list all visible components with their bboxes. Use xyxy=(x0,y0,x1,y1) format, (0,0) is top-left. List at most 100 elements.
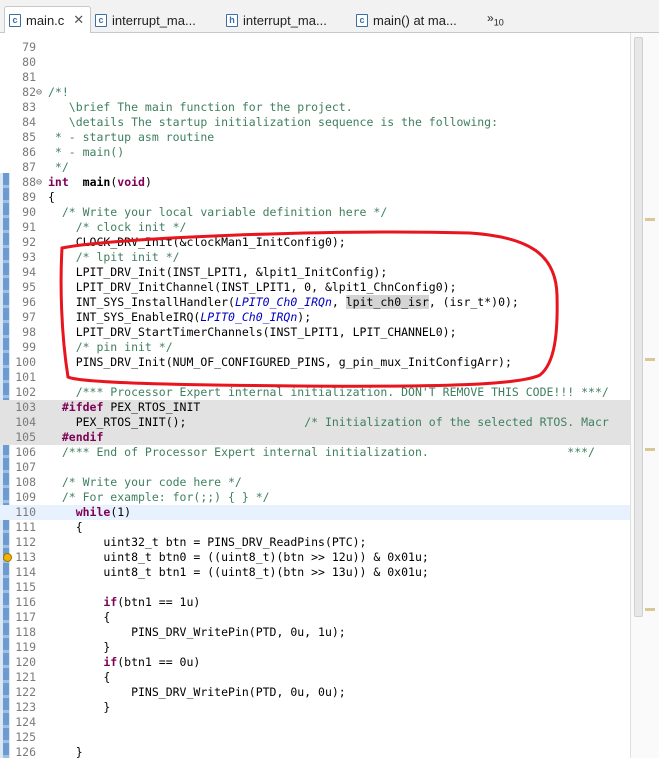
code-line[interactable]: 103 #ifdef PEX_RTOS_INIT xyxy=(0,400,630,415)
code-text: INT_SYS_InstallHandler(LPIT0_Ch0_IRQn, l… xyxy=(48,295,519,310)
code-line[interactable]: 114 uint8_t btn1 = ((uint8_t)(btn >> 13u… xyxy=(0,565,630,580)
code-line[interactable]: 85 * - startup asm routine xyxy=(0,130,630,145)
code-line[interactable]: 100 PINS_DRV_Init(NUM_OF_CONFIGURED_PINS… xyxy=(0,355,630,370)
code-line[interactable]: 124 xyxy=(0,715,630,730)
code-line[interactable]: 119 } xyxy=(0,640,630,655)
tab-overflow-button[interactable]: »10 xyxy=(487,11,504,27)
overview-marker[interactable] xyxy=(645,358,655,361)
tab-interrupt-manager-c[interactable]: c interrupt_ma... xyxy=(95,9,196,31)
code-line[interactable]: 96 INT_SYS_InstallHandler(LPIT0_Ch0_IRQn… xyxy=(0,295,630,310)
line-number: 91 xyxy=(22,220,36,234)
code-line[interactable]: 107 xyxy=(0,460,630,475)
code-text: LPIT_DRV_StartTimerChannels(INST_LPIT1, … xyxy=(48,325,457,340)
code-token: } xyxy=(48,745,83,759)
code-token: /* Write your code here */ xyxy=(48,475,242,489)
code-line[interactable]: 104 PEX_RTOS_INIT(); /* Initialization o… xyxy=(0,415,630,430)
code-token: uint8_t btn0 = ((uint8_t)(btn >> 12u)) &… xyxy=(48,550,429,564)
code-line[interactable]: 99 /* pin init */ xyxy=(0,340,630,355)
code-line[interactable]: 117 { xyxy=(0,610,630,625)
code-line[interactable]: 84 \details The startup initialization s… xyxy=(0,115,630,130)
code-line[interactable]: 81 xyxy=(0,70,630,85)
code-text: /*** Processor Expert internal initializ… xyxy=(48,385,609,400)
line-number: 111 xyxy=(15,520,36,534)
code-token: /* Write your local variable definition … xyxy=(48,205,388,219)
line-number: 119 xyxy=(15,640,36,654)
code-token: /* For example: for(;;) { } */ xyxy=(48,490,270,504)
code-line[interactable]: 88 ⊖ int main(void) xyxy=(0,175,630,190)
tab-label: interrupt_ma... xyxy=(112,12,196,28)
code-line[interactable]: 105 #endif xyxy=(0,430,630,445)
code-line[interactable]: 122 PINS_DRV_WritePin(PTD, 0u, 0u); xyxy=(0,685,630,700)
code-line[interactable]: 112 uint32_t btn = PINS_DRV_ReadPins(PTC… xyxy=(0,535,630,550)
code-line[interactable]: 83 \brief The main function for the proj… xyxy=(0,100,630,115)
code-line[interactable]: 90 /* Write your local variable definiti… xyxy=(0,205,630,220)
code-line[interactable]: 82 ⊖ /*! xyxy=(0,85,630,100)
close-icon[interactable]: ✕ xyxy=(73,12,84,28)
overview-marker[interactable] xyxy=(645,448,655,451)
code-line[interactable]: 116 if(btn1 == 1u) xyxy=(0,595,630,610)
tab-label: interrupt_ma... xyxy=(243,12,327,28)
code-token: /*** Processor Expert internal initializ… xyxy=(48,385,609,399)
code-token: CLOCK_DRV_Init(&clockMan1_InitConfig0); xyxy=(48,235,346,249)
code-line[interactable]: 121 { xyxy=(0,670,630,685)
h-file-icon: h xyxy=(226,13,238,27)
code-line[interactable]: 101 xyxy=(0,370,630,385)
fold-toggle-icon[interactable]: ⊖ xyxy=(36,175,42,190)
scrollbar-thumb[interactable] xyxy=(634,37,643,617)
tab-main-at-main[interactable]: c main() at ma... xyxy=(356,9,457,31)
code-text: { xyxy=(48,190,55,205)
code-line[interactable]: 92 CLOCK_DRV_Init(&clockMan1_InitConfig0… xyxy=(0,235,630,250)
code-line[interactable]: 120 if(btn1 == 0u) xyxy=(0,655,630,670)
code-line[interactable]: 123 } xyxy=(0,700,630,715)
code-line[interactable]: 98 LPIT_DRV_StartTimerChannels(INST_LPIT… xyxy=(0,325,630,340)
code-line[interactable]: 115 xyxy=(0,580,630,595)
code-line[interactable]: 94 LPIT_DRV_Init(INST_LPIT1, &lpit1_Init… xyxy=(0,265,630,280)
code-line[interactable]: 95 LPIT_DRV_InitChannel(INST_LPIT1, 0, &… xyxy=(0,280,630,295)
code-text: #endif xyxy=(48,430,104,445)
code-text: /*! xyxy=(48,85,69,100)
code-token: */ xyxy=(48,160,69,174)
code-text: LPIT_DRV_InitChannel(INST_LPIT1, 0, &lpi… xyxy=(48,280,457,295)
c-file-icon: c xyxy=(9,13,21,27)
code-line[interactable]: 113 uint8_t btn0 = ((uint8_t)(btn >> 12u… xyxy=(0,550,630,565)
code-token: } xyxy=(48,640,111,654)
code-line[interactable]: 79 xyxy=(0,40,630,55)
overview-marker[interactable] xyxy=(645,218,655,221)
code-editor[interactable]: 79 80 81 82 ⊖/*! 83 \brief The main function … xyxy=(0,33,659,759)
code-line[interactable]: 87 */ xyxy=(0,160,630,175)
code-line[interactable]: 93 /* lpit init */ xyxy=(0,250,630,265)
code-line[interactable]: 110 while(1) xyxy=(0,505,630,520)
code-token: /* pin init */ xyxy=(48,340,173,354)
code-line[interactable]: 86 * - main() xyxy=(0,145,630,160)
code-line[interactable]: 109 /* For example: for(;;) { } */ xyxy=(0,490,630,505)
tab-interrupt-manager-h[interactable]: h interrupt_ma... xyxy=(226,9,327,31)
code-line[interactable]: 102 /*** Processor Expert internal initi… xyxy=(0,385,630,400)
code-token: PINS_DRV_Init(NUM_OF_CONFIGURED_PINS, g_… xyxy=(48,355,512,369)
code-text: uint8_t btn1 = ((uint8_t)(btn >> 13u)) &… xyxy=(48,565,428,580)
code-token: #ifdef xyxy=(48,400,104,414)
line-number: 84 xyxy=(22,115,36,129)
code-text: * - main() xyxy=(48,145,124,160)
code-line[interactable]: 125 xyxy=(0,730,630,745)
code-token: ) xyxy=(144,175,152,189)
code-line[interactable]: 91 /* clock init */ xyxy=(0,220,630,235)
editor-tab-bar: c main.c ✕ c interrupt_ma... h interrupt… xyxy=(0,0,659,33)
code-line[interactable]: 108 /* Write your code here */ xyxy=(0,475,630,490)
code-text: { xyxy=(48,520,83,535)
tab-main-c[interactable]: c main.c ✕ xyxy=(4,6,92,33)
code-line[interactable]: 89 { xyxy=(0,190,630,205)
code-line[interactable]: 118 PINS_DRV_WritePin(PTD, 0u, 1u); xyxy=(0,625,630,640)
code-line[interactable]: 97 INT_SYS_EnableIRQ(LPIT0_Ch0_IRQn); xyxy=(0,310,630,325)
overview-marker[interactable] xyxy=(645,608,655,611)
code-line[interactable]: 111 { xyxy=(0,520,630,535)
code-line[interactable]: 80 xyxy=(0,55,630,70)
code-text: /* lpit init */ xyxy=(48,250,180,265)
code-token: ); xyxy=(297,310,312,324)
code-token: #endif xyxy=(48,430,104,444)
warning-icon[interactable] xyxy=(3,553,12,562)
code-token: LPIT0_Ch0_IRQn xyxy=(200,310,298,324)
fold-toggle-icon[interactable]: ⊖ xyxy=(36,85,42,100)
code-text: /* For example: for(;;) { } */ xyxy=(48,490,270,505)
line-number: 80 xyxy=(22,55,36,69)
code-line[interactable]: 106 /*** End of Processor Expert interna… xyxy=(0,445,630,460)
